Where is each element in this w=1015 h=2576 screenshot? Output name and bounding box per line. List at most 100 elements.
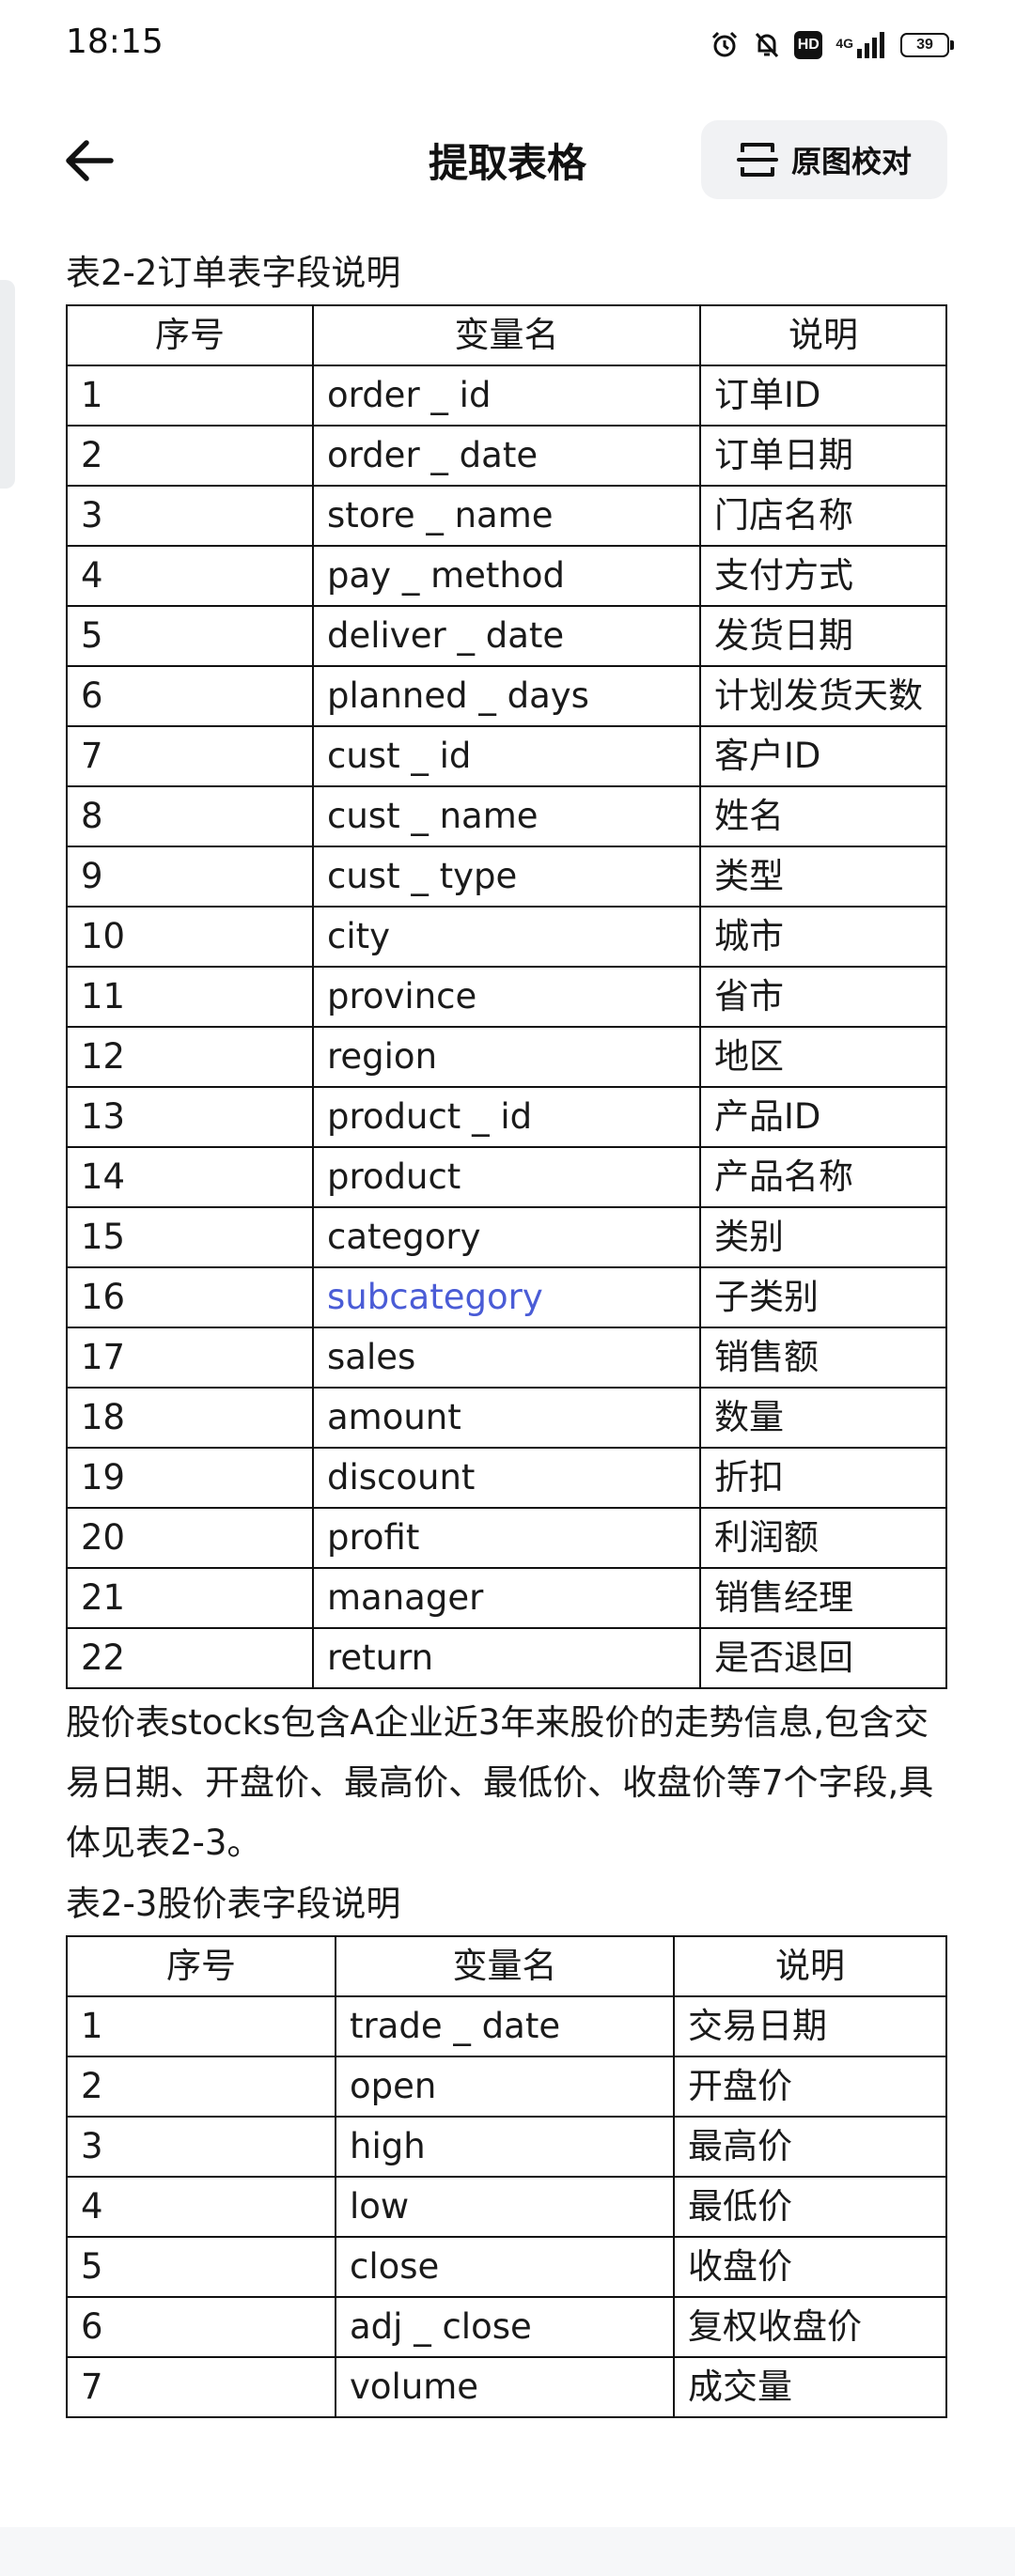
row-index-cell: 9	[66, 846, 314, 908]
variable-name-cell: pay _ method	[312, 545, 701, 607]
table-header-row: 序号 变量名 说明	[66, 304, 947, 366]
table-header-row: 序号 变量名 说明	[66, 1935, 947, 1997]
mute-bell-icon	[753, 30, 781, 60]
variable-name-cell: adj _ close	[335, 2296, 675, 2358]
table-row: 21 manager 销售经理	[66, 1567, 947, 1629]
row-index-cell: 4	[66, 2176, 336, 2238]
row-index-cell: 7	[66, 2356, 336, 2418]
column-header: 说明	[699, 304, 947, 366]
table1-caption: 表2-2订单表字段说明	[66, 253, 401, 293]
compare-original-button[interactable]: 原图校对	[701, 120, 947, 199]
description-cell: 姓名	[699, 785, 947, 847]
hd-icon: HD	[794, 31, 823, 59]
description-cell: 客户ID	[699, 725, 947, 787]
variable-name-cell: trade _ date	[335, 1995, 675, 2057]
status-bar: 18:15 HD 4G 39	[0, 0, 1015, 90]
variable-name-cell: sales	[312, 1327, 701, 1389]
variable-name-cell: order _ id	[312, 365, 701, 427]
row-index-cell: 16	[66, 1266, 314, 1328]
table-row: 22 return 是否退回	[66, 1627, 947, 1689]
row-index-cell: 15	[66, 1206, 314, 1268]
variable-name-cell: deliver _ date	[312, 605, 701, 667]
description-cell: 是否退回	[699, 1627, 947, 1689]
variable-name-cell: order _ date	[312, 425, 701, 487]
row-index-cell: 5	[66, 2236, 336, 2298]
description-cell: 销售额	[699, 1327, 947, 1389]
compare-button-label: 原图校对	[790, 144, 912, 179]
row-index-cell: 3	[66, 2116, 336, 2178]
variable-name-cell: province	[312, 966, 701, 1028]
table-row: 6 adj _ close 复权收盘价	[66, 2296, 947, 2358]
description-cell: 最高价	[673, 2116, 947, 2178]
table2-caption: 表2-3股价表字段说明	[66, 1884, 401, 1924]
table-row: 13 product _ id 产品ID	[66, 1086, 947, 1148]
table-row: 16 subcategory 子类别	[66, 1266, 947, 1328]
description-cell: 数量	[699, 1387, 947, 1449]
description-cell: 产品ID	[699, 1086, 947, 1148]
table-row: 6 planned _ days 计划发货天数	[66, 665, 947, 727]
table-row: 4 low 最低价	[66, 2176, 947, 2238]
table-row: 7 volume 成交量	[66, 2356, 947, 2418]
row-index-cell: 6	[66, 665, 314, 727]
table-row: 15 category 类别	[66, 1206, 947, 1268]
description-cell: 门店名称	[699, 485, 947, 547]
variable-name-cell: profit	[312, 1507, 701, 1569]
row-index-cell: 8	[66, 785, 314, 847]
signal-icon: 4G	[835, 32, 887, 58]
table-row: 4 pay _ method 支付方式	[66, 545, 947, 607]
column-header: 变量名	[335, 1935, 675, 1997]
row-index-cell: 17	[66, 1327, 314, 1389]
table-row: 10 city 城市	[66, 906, 947, 968]
row-index-cell: 18	[66, 1387, 314, 1449]
page: 18:15 HD 4G 39 提取表格 原图校对 表2-2订单表字段说明 序号 …	[0, 0, 1015, 2576]
variable-name-cell: subcategory	[312, 1266, 701, 1328]
compare-icon	[736, 143, 778, 177]
table-row: 2 open 开盘价	[66, 2056, 947, 2118]
row-index-cell: 20	[66, 1507, 314, 1569]
description-cell: 收盘价	[673, 2236, 947, 2298]
description-cell: 子类别	[699, 1266, 947, 1328]
row-index-cell: 5	[66, 605, 314, 667]
variable-name-cell: store _ name	[312, 485, 701, 547]
variable-name-cell: planned _ days	[312, 665, 701, 727]
description-cell: 折扣	[699, 1447, 947, 1509]
description-cell: 交易日期	[673, 1995, 947, 2057]
description-cell: 利润额	[699, 1507, 947, 1569]
description-cell: 类别	[699, 1206, 947, 1268]
table-row: 5 deliver _ date 发货日期	[66, 605, 947, 667]
table-row: 2 order _ date 订单日期	[66, 425, 947, 487]
row-index-cell: 19	[66, 1447, 314, 1509]
column-header: 序号	[66, 304, 314, 366]
column-header: 说明	[673, 1935, 947, 1997]
description-cell: 省市	[699, 966, 947, 1028]
row-index-cell: 6	[66, 2296, 336, 2358]
row-index-cell: 14	[66, 1146, 314, 1208]
row-index-cell: 1	[66, 365, 314, 427]
row-index-cell: 11	[66, 966, 314, 1028]
table-row: 17 sales 销售额	[66, 1327, 947, 1389]
column-header: 变量名	[312, 304, 701, 366]
table-row: 20 profit 利润额	[66, 1507, 947, 1569]
variable-name-cell: product	[312, 1146, 701, 1208]
description-cell: 销售经理	[699, 1567, 947, 1629]
row-index-cell: 12	[66, 1026, 314, 1088]
stocks-description: 股价表stocks包含A企业近3年来股价的走势信息,包含交易日期、开盘价、最高价…	[66, 1702, 934, 1863]
description-cell: 订单ID	[699, 365, 947, 427]
table-row: 12 region 地区	[66, 1026, 947, 1088]
side-drag-handle[interactable]	[0, 280, 15, 489]
row-index-cell: 10	[66, 906, 314, 968]
table-row: 18 amount 数量	[66, 1387, 947, 1449]
table-row: 9 cust _ type 类型	[66, 846, 947, 908]
description-cell: 计划发货天数	[699, 665, 947, 727]
variable-name-cell: low	[335, 2176, 675, 2238]
variable-name-cell: cust _ id	[312, 725, 701, 787]
table-row: 7 cust _ id 客户ID	[66, 725, 947, 787]
variable-name-cell: region	[312, 1026, 701, 1088]
variable-name-cell: manager	[312, 1567, 701, 1629]
row-index-cell: 3	[66, 485, 314, 547]
table-row: 1 trade _ date 交易日期	[66, 1995, 947, 2057]
extracted-content: 表2-2订单表字段说明 序号 变量名 说明 1 order _ id 订单ID 2 or…	[66, 242, 947, 2418]
variable-name-cell: category	[312, 1206, 701, 1268]
variable-name-cell: return	[312, 1627, 701, 1689]
row-index-cell: 2	[66, 2056, 336, 2118]
